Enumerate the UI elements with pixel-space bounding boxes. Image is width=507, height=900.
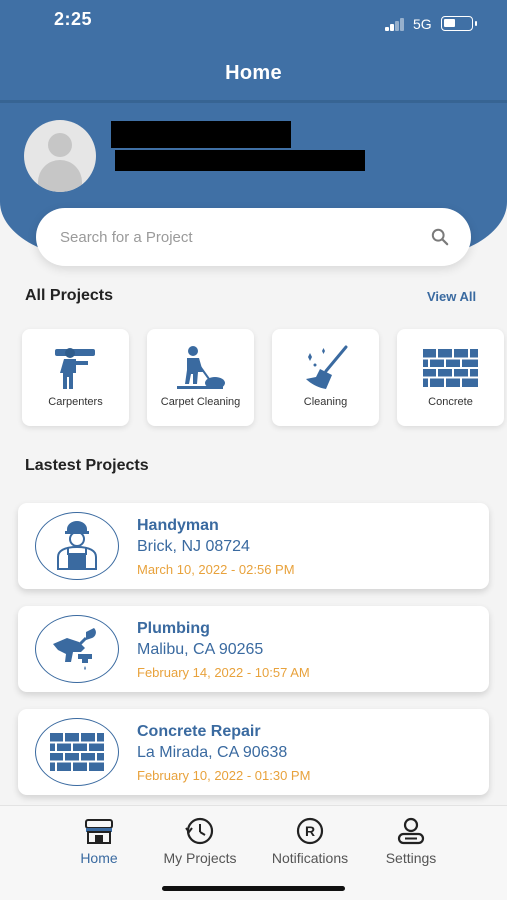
project-title: Handyman: [137, 517, 219, 534]
latest-projects-title: Lastest Projects: [25, 457, 149, 474]
view-all-link[interactable]: View All: [427, 289, 476, 304]
nav-divider: [0, 100, 507, 103]
tab-home[interactable]: Home: [44, 816, 154, 866]
status-bar: 2:25 5G: [0, 0, 507, 44]
store-icon: [85, 819, 113, 844]
redacted-user-name: [111, 121, 291, 148]
page-title: Home: [225, 62, 282, 84]
category-carpet-cleaning[interactable]: Carpet Cleaning: [147, 329, 254, 426]
plumbing-icon: [53, 628, 96, 670]
search-bar[interactable]: [36, 208, 471, 266]
project-date: February 14, 2022 - 10:57 AM: [137, 665, 310, 680]
brick-wall-icon: [50, 733, 104, 771]
home-indicator: [162, 886, 345, 891]
project-card-handyman[interactable]: Handyman Brick, NJ 08724 March 10, 2022 …: [18, 503, 489, 589]
search-input[interactable]: [60, 225, 400, 249]
battery-icon: [441, 16, 477, 31]
project-title: Concrete Repair: [137, 723, 261, 740]
handyman-icon: [57, 521, 97, 570]
project-location: Brick, NJ 08724: [137, 538, 250, 555]
project-icon-frame: [35, 512, 119, 580]
category-label: Concrete: [428, 396, 473, 408]
tab-label: My Projects: [163, 850, 237, 866]
project-icon-frame: [35, 718, 119, 786]
category-concrete[interactable]: Concrete: [397, 329, 504, 426]
broom-icon: [306, 345, 348, 389]
project-icon-frame: [35, 615, 119, 683]
carpenter-icon: [55, 348, 95, 389]
project-card-concrete-repair[interactable]: Concrete Repair La Mirada, CA 90638 Febr…: [18, 709, 489, 795]
carpet-cleaning-icon: [177, 346, 225, 389]
project-title: Plumbing: [137, 620, 210, 637]
tab-label: Home: [80, 850, 118, 866]
search-icon[interactable]: [431, 228, 449, 246]
all-projects-title: All Projects: [25, 287, 114, 304]
project-date: February 10, 2022 - 01:30 PM: [137, 768, 311, 783]
project-date: March 10, 2022 - 02:56 PM: [137, 562, 295, 577]
category-label: Carpet Cleaning: [160, 396, 241, 408]
tab-notifications[interactable]: R Notifications: [255, 816, 365, 866]
registered-icon: R: [296, 817, 324, 845]
brick-wall-icon: [423, 349, 478, 387]
history-clock-icon: [185, 817, 214, 845]
category-cleaning[interactable]: Cleaning: [272, 329, 379, 426]
category-label: Cleaning: [303, 396, 348, 408]
svg-text:R: R: [305, 823, 315, 839]
status-time: 2:25: [54, 9, 93, 29]
tab-label: Settings: [385, 850, 437, 866]
tab-label: Notifications: [271, 850, 349, 866]
tab-my-projects[interactable]: My Projects: [145, 816, 255, 866]
project-location: Malibu, CA 90265: [137, 641, 264, 658]
project-card-plumbing[interactable]: Plumbing Malibu, CA 90265 February 14, 2…: [18, 606, 489, 692]
tab-settings[interactable]: Settings: [356, 816, 466, 866]
redacted-user-detail: [115, 150, 365, 171]
category-label: Carpenters: [48, 396, 103, 408]
network-label: 5G: [413, 16, 432, 32]
project-location: La Mirada, CA 90638: [137, 744, 288, 761]
avatar[interactable]: [24, 120, 96, 192]
category-carpenters[interactable]: Carpenters: [22, 329, 129, 426]
signal-icon: [385, 17, 407, 31]
user-settings-icon: [397, 817, 425, 845]
